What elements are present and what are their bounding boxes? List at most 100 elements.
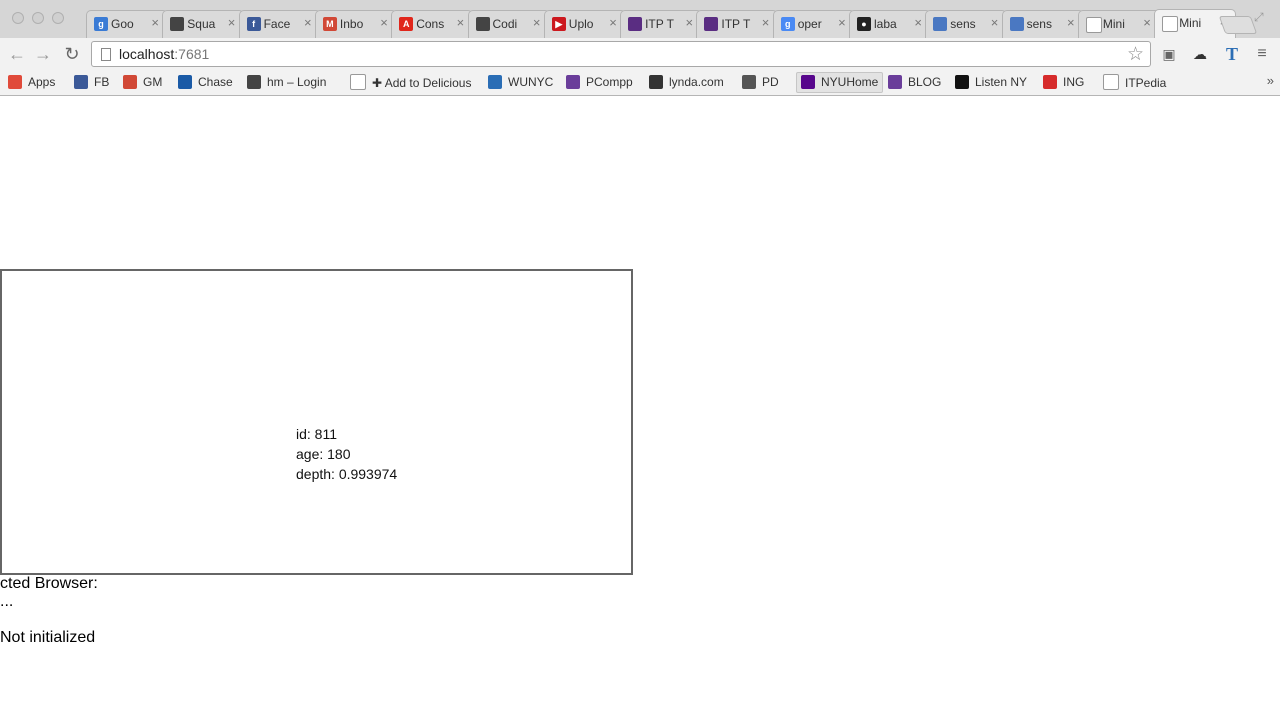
chase-icon — [178, 75, 192, 89]
bookmark-label: PD — [762, 75, 779, 89]
lynda-icon — [649, 75, 663, 89]
hand-icon — [247, 75, 261, 89]
apps-grid-icon — [8, 75, 22, 89]
close-tab-icon[interactable]: × — [304, 16, 312, 30]
browser-tab[interactable]: sens × — [925, 10, 1008, 38]
browser-tab[interactable]: g oper × — [772, 10, 855, 38]
bookmark-item[interactable]: GM — [123, 74, 162, 91]
tab-title: Face — [263, 17, 291, 31]
extension-window-icon[interactable]: ▣ — [1159, 44, 1179, 64]
tab-title: Mini — [1179, 16, 1202, 30]
more-bookmarks-icon[interactable]: » — [1267, 73, 1274, 88]
bookmark-item[interactable]: PD — [742, 74, 779, 91]
fullscreen-icon[interactable]: ⤢ — [1254, 10, 1264, 25]
itp-icon — [704, 17, 719, 31]
close-tab-icon[interactable]: × — [991, 16, 999, 30]
address-bar[interactable]: localhost:7681 ☆ — [91, 41, 1151, 67]
tab-strip: g Goo × Squa × f Face × M Inbo × A Cons × Codi × ▶ Uplo × I… — [0, 0, 1280, 39]
forward-button[interactable]: → — [33, 44, 53, 64]
menu-icon[interactable]: ≡ — [1252, 44, 1272, 64]
bookmark-item[interactable]: hm – Login — [247, 74, 326, 91]
close-tab-icon[interactable]: × — [762, 16, 770, 30]
bookmark-label: ✚ Add to Delicious — [372, 76, 472, 90]
bookmark-item[interactable]: ING — [1043, 74, 1084, 91]
github-icon: ● — [857, 17, 871, 31]
browser-tab[interactable]: Mini × — [1077, 10, 1160, 38]
tab-title: Squa — [187, 17, 216, 31]
close-tab-icon[interactable]: × — [380, 16, 388, 30]
browser-tab[interactable]: f Face × — [238, 10, 321, 38]
browser-tab[interactable]: Codi × — [467, 10, 550, 38]
connected-browser-value: ... — [0, 593, 14, 610]
connected-browser-label: cted Browser: — [0, 575, 98, 592]
reload-button[interactable]: ↻ — [62, 44, 82, 64]
bookmark-label: Apps — [28, 75, 56, 89]
bookmark-label: Chase — [198, 75, 233, 89]
bookmark-label: ITPedia — [1125, 76, 1167, 90]
close-tab-icon[interactable]: × — [228, 16, 236, 30]
tab-title: Mini — [1102, 17, 1125, 31]
url-text[interactable]: localhost:7681 — [119, 46, 209, 62]
bookmark-item[interactable]: NYUHome — [796, 72, 884, 93]
bookmark-label: FB — [94, 75, 110, 89]
zoom-window-button[interactable] — [52, 12, 64, 24]
toolbar: ← → ↻ localhost:7681 ☆ ▣ ☁ T ≡ — [0, 38, 1280, 70]
page-icon — [1103, 74, 1119, 90]
browser-tab[interactable]: Squa × — [162, 10, 245, 38]
bookmark-label: BLOG — [908, 75, 942, 89]
bookmark-label: hm – Login — [267, 75, 327, 89]
tab-title: sens — [950, 17, 976, 31]
kinect-icon — [933, 17, 948, 31]
page-icon — [1085, 17, 1102, 33]
bookmark-item[interactable]: lynda.com — [649, 74, 724, 91]
itp-circle-icon — [888, 75, 902, 89]
bookmark-item[interactable]: ITPedia — [1103, 74, 1166, 91]
browser-tab[interactable]: ● laba × — [849, 10, 931, 38]
close-tab-icon[interactable]: × — [609, 16, 617, 30]
bookmark-item[interactable]: FB — [74, 74, 109, 91]
browser-tab[interactable]: sens × — [1001, 10, 1084, 38]
browser-tab[interactable]: A Cons × — [391, 10, 474, 38]
cloud-icon[interactable]: ☁ — [1190, 44, 1210, 64]
browser-tab[interactable]: ITP T × — [696, 10, 779, 38]
bookmark-label: Listen NY — [975, 75, 1028, 89]
status-text: Not initialized — [0, 629, 96, 646]
browser-tab[interactable]: g Goo × — [86, 10, 168, 38]
bookmark-star-icon[interactable]: ☆ — [1127, 43, 1144, 66]
close-tab-icon[interactable]: × — [1143, 16, 1151, 30]
tab-title: oper — [797, 17, 822, 31]
page-icon — [350, 74, 366, 90]
bookmark-item[interactable]: Apps — [8, 74, 55, 91]
bookmark-item[interactable]: ✚ Add to Delicious — [350, 74, 471, 91]
browser-tab[interactable]: ITP T × — [620, 10, 703, 38]
tab-title: Uplo — [568, 17, 594, 31]
bookmark-item[interactable]: PCompp — [566, 74, 633, 91]
bookmark-item[interactable]: Listen NY — [955, 74, 1027, 91]
tab-title: ITP T — [721, 17, 751, 31]
bookmark-item[interactable]: WUNYC — [488, 74, 553, 91]
new-tab-button[interactable] — [1218, 16, 1258, 34]
bookmark-item[interactable]: Chase — [178, 74, 233, 91]
bookmark-label: ING — [1063, 75, 1085, 89]
tab-title: Inbo — [339, 17, 364, 31]
close-tab-icon[interactable]: × — [151, 16, 159, 30]
ing-icon — [1043, 75, 1057, 89]
itp-circle-icon — [566, 75, 580, 89]
close-tab-icon[interactable]: × — [914, 16, 922, 30]
close-tab-icon[interactable]: × — [686, 16, 694, 30]
close-tab-icon[interactable]: × — [838, 16, 846, 30]
back-button[interactable]: ← — [7, 44, 27, 64]
minimize-window-button[interactable] — [32, 12, 44, 24]
bookmark-item[interactable]: BLOG — [888, 74, 941, 91]
browser-tab[interactable]: M Inbo × — [314, 10, 397, 38]
close-tab-icon[interactable]: × — [1067, 16, 1075, 30]
close-tab-icon[interactable]: × — [533, 16, 541, 30]
nyu-icon — [801, 75, 815, 89]
browser-tab[interactable]: ▶ Uplo × — [543, 10, 626, 38]
close-tab-icon[interactable]: × — [457, 16, 465, 30]
tab-title: laba — [874, 17, 897, 31]
extension-t-icon[interactable]: T — [1222, 44, 1242, 64]
kinect-icon — [1009, 17, 1024, 31]
page-icon — [1162, 16, 1179, 32]
close-window-button[interactable] — [12, 12, 24, 24]
